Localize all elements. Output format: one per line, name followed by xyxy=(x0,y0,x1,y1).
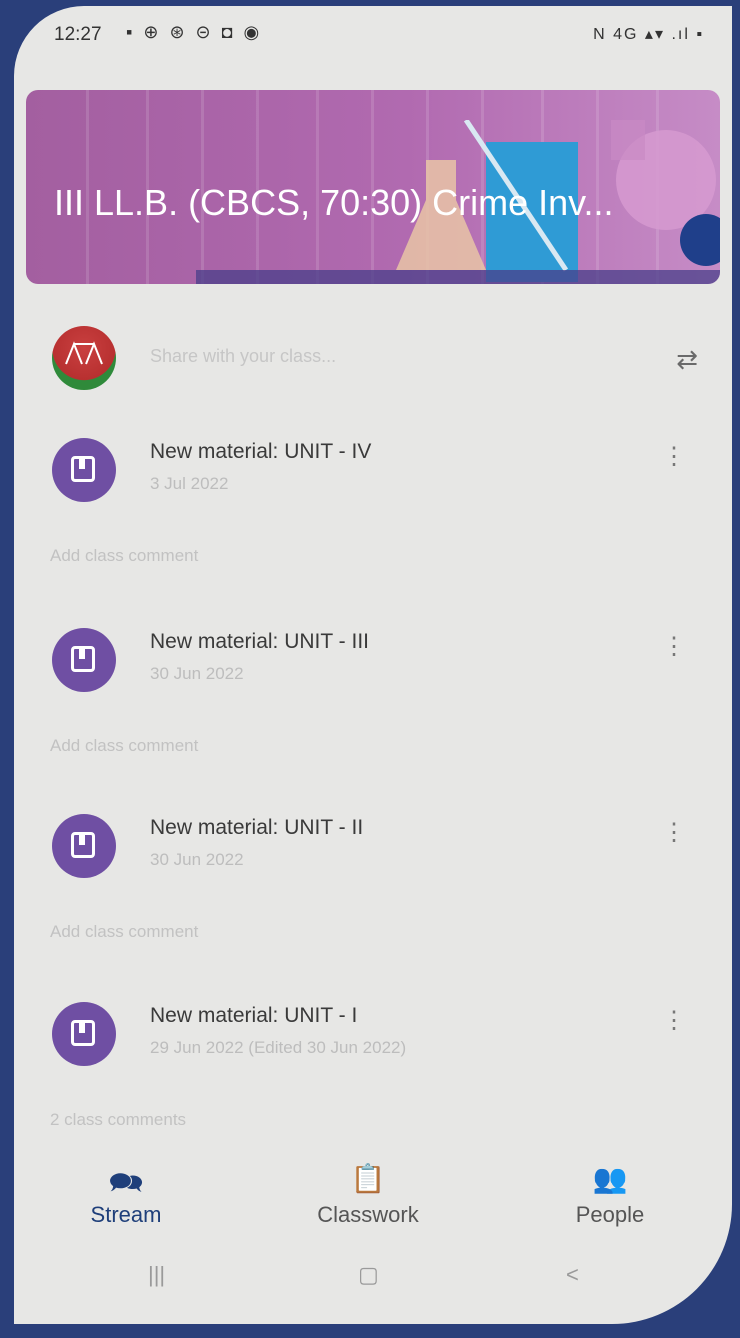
phone-frame: 12:27 ▪ ⊕ ⊛ ⊝ ◘ ◉ N 4G ▴▾ .ıl ▪ III LL.B… xyxy=(0,0,740,1338)
material-icon xyxy=(52,628,116,692)
post-date: 30 Jun 2022 xyxy=(150,850,244,869)
material-icon xyxy=(52,1002,116,1066)
status-time: 12:27 xyxy=(54,24,102,45)
post-title: New material: UNIT - III xyxy=(150,630,369,653)
post-title: New material: UNIT - IV xyxy=(150,440,372,463)
tab-stream[interactable]: 🗪 Stream xyxy=(46,1162,206,1228)
people-icon: 👥 xyxy=(592,1163,628,1194)
share-with-class-row[interactable]: Share with your class... ⇄ xyxy=(14,322,732,394)
banner-accent-bar xyxy=(196,270,720,284)
more-options-icon[interactable]: ⋮ xyxy=(662,1006,686,1035)
screen: 12:27 ▪ ⊕ ⊛ ⊝ ◘ ◉ N 4G ▴▾ .ıl ▪ III LL.B… xyxy=(14,6,732,1324)
post-title: New material: UNIT - II xyxy=(150,816,364,839)
tab-label: Classwork xyxy=(317,1202,419,1227)
more-options-icon[interactable]: ⋮ xyxy=(662,818,686,847)
post-title: New material: UNIT - I xyxy=(150,1004,358,1027)
back-button[interactable]: < xyxy=(566,1262,579,1288)
clipboard-icon: 📋 xyxy=(350,1163,386,1194)
share-input[interactable]: Share with your class... xyxy=(150,346,336,367)
recents-button[interactable]: ||| xyxy=(148,1262,165,1288)
more-options-icon[interactable]: ⋮ xyxy=(662,442,686,471)
class-banner[interactable]: III LL.B. (CBCS, 70:30) Crime Inv... xyxy=(26,90,720,284)
system-navigation-bar: ||| ▢ < xyxy=(14,1252,732,1312)
tab-label: People xyxy=(575,1202,645,1227)
post-date: 29 Jun 2022 (Edited 30 Jun 2022) xyxy=(150,1038,407,1057)
post-date: 3 Jul 2022 xyxy=(150,474,229,493)
tab-people[interactable]: 👥 People xyxy=(530,1162,690,1228)
signal-battery-icons: N 4G ▴▾ .ıl ▪ xyxy=(593,26,704,43)
status-bar: 12:27 ▪ ⊕ ⊛ ⊝ ◘ ◉ N 4G ▴▾ .ıl ▪ xyxy=(14,6,732,62)
add-class-comment[interactable]: Add class comment xyxy=(50,546,198,566)
material-icon xyxy=(52,438,116,502)
tab-label: Stream xyxy=(90,1202,162,1227)
notification-icons: ▪ ⊕ ⊛ ⊝ ◘ ◉ xyxy=(126,22,263,42)
user-avatar[interactable] xyxy=(52,326,116,390)
class-comments-count[interactable]: 2 class comments xyxy=(50,1110,186,1130)
post-date: 30 Jun 2022 xyxy=(150,664,244,683)
home-button[interactable]: ▢ xyxy=(358,1262,379,1288)
material-icon xyxy=(52,814,116,878)
more-options-icon[interactable]: ⋮ xyxy=(662,632,686,661)
add-class-comment[interactable]: Add class comment xyxy=(50,736,198,756)
repost-icon[interactable]: ⇄ xyxy=(676,344,698,375)
add-class-comment[interactable]: Add class comment xyxy=(50,922,198,942)
class-title: III LL.B. (CBCS, 70:30) Crime Inv... xyxy=(54,182,614,223)
scales-of-justice-icon xyxy=(65,341,103,365)
tab-classwork[interactable]: 📋 Classwork xyxy=(288,1162,448,1228)
stream-icon: 🗪 xyxy=(108,1167,144,1198)
bottom-navigation: 🗪 Stream 📋 Classwork 👥 People xyxy=(14,1162,732,1252)
